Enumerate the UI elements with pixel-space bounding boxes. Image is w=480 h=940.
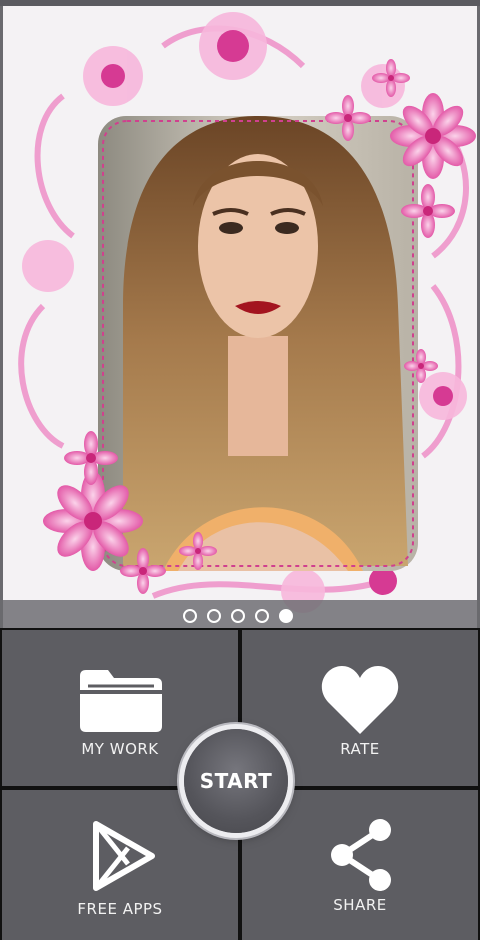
pager-dot[interactable] [183, 609, 197, 623]
pager-dot[interactable] [207, 609, 221, 623]
start-button[interactable]: START [184, 729, 288, 833]
play-store-icon [93, 821, 155, 891]
heart-icon [321, 666, 399, 734]
share-button[interactable]: SHARE [242, 790, 478, 940]
page-indicator [3, 600, 477, 628]
free-apps-label: FREE APPS [77, 900, 163, 918]
pager-dot-active[interactable] [279, 609, 293, 623]
share-label: SHARE [333, 896, 387, 914]
frame-preview[interactable] [0, 6, 480, 628]
framed-photo [18, 12, 476, 613]
pager-dot[interactable] [255, 609, 269, 623]
share-icon [331, 819, 391, 891]
folder-icon [80, 670, 162, 732]
pager-dot[interactable] [231, 609, 245, 623]
start-label: START [199, 769, 273, 793]
